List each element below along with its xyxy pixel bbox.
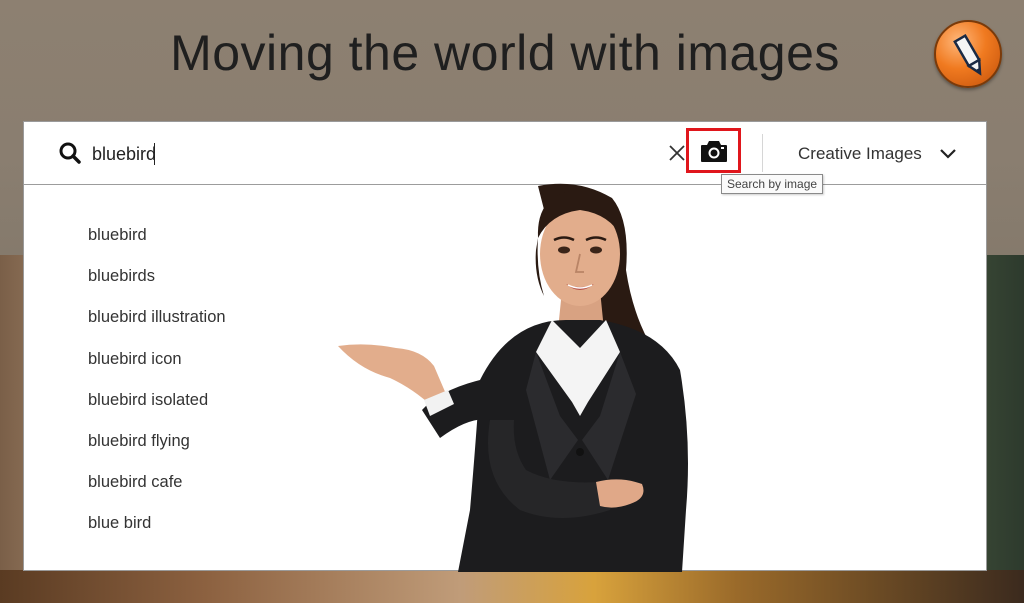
close-icon[interactable]	[669, 145, 685, 161]
category-dropdown[interactable]: Creative Images	[798, 142, 956, 166]
search-by-image-tooltip: Search by image	[721, 174, 824, 194]
suggestion-item[interactable]: blue bird	[88, 510, 226, 551]
suggestion-item[interactable]: bluebirds	[88, 263, 226, 304]
suggestion-item[interactable]: bluebird illustration	[88, 304, 226, 345]
search-bar: Creative Images	[24, 122, 986, 185]
camera-icon	[700, 140, 727, 162]
text-caret	[154, 143, 155, 165]
search-by-image-button[interactable]	[686, 128, 741, 173]
suggestion-item[interactable]: bluebird icon	[88, 346, 226, 387]
suggestion-item[interactable]: bluebird cafe	[88, 469, 226, 510]
chevron-down-icon	[940, 149, 956, 159]
search-input[interactable]	[92, 141, 592, 167]
suggestion-item[interactable]: bluebird	[88, 222, 226, 263]
search-icon[interactable]	[59, 142, 81, 164]
suggestion-list: bluebird bluebirds bluebird illustration…	[88, 222, 226, 552]
presenter-woman-image	[338, 183, 688, 572]
suggestion-item[interactable]: bluebird isolated	[88, 387, 226, 428]
page-title: Moving the world with images	[170, 25, 840, 81]
category-label: Creative Images	[798, 144, 922, 163]
edit-badge[interactable]	[934, 20, 1002, 88]
search-divider	[762, 134, 763, 172]
pencil-icon	[953, 34, 982, 76]
background-image-strip	[0, 570, 1024, 603]
suggestion-item[interactable]: bluebird flying	[88, 428, 226, 469]
